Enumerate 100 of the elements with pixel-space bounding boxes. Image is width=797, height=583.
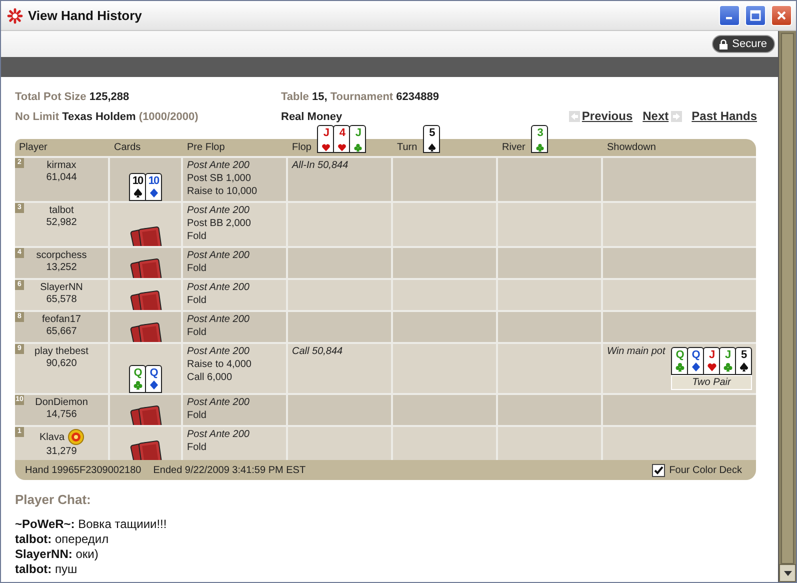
action-text: Post BB 2,000	[187, 218, 252, 230]
card-rank: Q	[692, 349, 700, 361]
player-name: DonDiemon	[35, 397, 88, 408]
club-icon	[722, 362, 732, 372]
pot-summary: Total Pot Size 125,288	[15, 91, 130, 103]
window-title: View Hand History	[28, 8, 143, 23]
chat-message: talbot: пуш	[15, 562, 78, 576]
chip-count: 65,667	[46, 326, 77, 337]
player-name: talbot	[49, 205, 74, 216]
minimize-button[interactable]	[719, 5, 740, 26]
chip-count: 90,620	[46, 358, 77, 369]
diamond-icon	[148, 380, 158, 390]
chip-count: 61,044	[46, 172, 77, 183]
chip-count: 13,252	[46, 262, 77, 273]
player-name: SlayerNN	[40, 282, 83, 293]
action-text: All-In 50,844	[292, 160, 350, 172]
card-rank: J	[708, 349, 714, 361]
right-arrow-icon	[670, 110, 682, 122]
player-name: feofan17	[42, 314, 81, 325]
action-text: Call 50,844	[292, 346, 344, 358]
action-text: Raise to 4,000	[187, 359, 252, 371]
previous-link[interactable]: Previous	[568, 109, 633, 123]
left-arrow-icon	[568, 110, 580, 122]
table-summary: Table 15, Tournament 6234889	[281, 91, 439, 103]
card-rank: 3	[537, 127, 542, 141]
card-rank: 10	[132, 175, 143, 187]
logo-icon	[7, 8, 23, 24]
column-header: Pre Flop	[187, 142, 225, 155]
action-text: Call 6,000	[187, 372, 234, 384]
action-text: Post Ante 200	[187, 429, 250, 441]
down-arrow-icon	[784, 570, 792, 576]
column-header: Showdown	[607, 142, 656, 155]
player-name: scorpchess	[36, 250, 87, 261]
diamond-icon	[690, 362, 700, 372]
player-name: Klava	[39, 432, 64, 442]
action-text: Post Ante 200	[187, 160, 250, 172]
club-icon	[132, 380, 142, 390]
spade-icon	[738, 362, 748, 372]
action-text: Fold	[187, 327, 208, 339]
heart-icon	[706, 362, 716, 372]
chip-count: 31,279	[46, 446, 77, 457]
action-text: Fold	[187, 295, 208, 307]
card-rank: J	[724, 349, 730, 361]
spade-icon	[132, 188, 142, 198]
chat-title: Player Chat:	[15, 492, 92, 507]
card-rank: Q	[134, 367, 142, 379]
card-rank: Q	[676, 349, 684, 361]
action-text: Post Ante 200	[187, 282, 250, 294]
chip-count: 52,982	[46, 217, 77, 228]
past-hands-link[interactable]: Past Hands	[692, 109, 757, 123]
four-color-checkbox[interactable]: Four Color Deck	[652, 464, 742, 476]
card-rank: Q	[150, 367, 158, 379]
action-text: Fold	[187, 263, 208, 275]
heart-icon	[320, 143, 331, 152]
action-text: Post Ante 200	[187, 397, 250, 409]
column-header: Flop	[292, 142, 312, 155]
chip-count: 14,756	[46, 409, 77, 420]
club-icon	[534, 143, 545, 152]
maximize-icon	[750, 10, 761, 21]
result-text: Win main pot	[607, 346, 666, 359]
spade-icon	[426, 143, 437, 152]
card-rank: 4	[339, 127, 345, 141]
diamond-icon	[148, 188, 158, 198]
player-name: kirmax	[46, 160, 76, 171]
close-icon	[776, 10, 787, 21]
end-time: Ended 9/22/2009 3:41:59 PM EST	[153, 464, 306, 476]
action-text: Raise to 10,000	[187, 186, 258, 198]
action-text: Post Ante 200	[187, 250, 250, 262]
club-icon	[352, 143, 363, 152]
column-header: River	[502, 142, 526, 155]
scrollbar-thumb[interactable]	[781, 33, 794, 564]
game-summary: No Limit Texas Holdem (1000/2000)	[15, 111, 198, 123]
hand-id: Hand 19965F2309002180	[25, 464, 142, 476]
scroll-down-button[interactable]	[779, 564, 796, 582]
chat-message: SlayerNN: оки)	[15, 547, 100, 561]
column-header: Cards	[114, 142, 141, 155]
action-text: Fold	[187, 410, 208, 422]
card-rank: 5	[740, 349, 746, 361]
card-rank: 5	[429, 127, 434, 141]
card-rank: J	[355, 127, 361, 141]
column-header: Player	[19, 142, 48, 155]
action-text: Fold	[187, 442, 208, 454]
close-button[interactable]	[771, 5, 792, 26]
player-name: play thebest	[34, 346, 88, 357]
action-text: Post Ante 200	[187, 346, 250, 358]
next-link[interactable]: Next	[642, 109, 682, 123]
secure-button[interactable]: Secure	[712, 35, 775, 53]
heart-icon	[336, 143, 347, 152]
action-text: Post Ante 200	[187, 205, 250, 217]
lock-icon	[719, 38, 728, 50]
maximize-button[interactable]	[745, 5, 766, 26]
card-rank: 10	[148, 175, 159, 187]
action-text: Post SB 1,000	[187, 173, 252, 185]
hand-rank-label: Two Pair	[671, 375, 752, 390]
chat-message: ~PoWeR~: Вовка тащиии!!!	[15, 517, 168, 531]
column-header: Turn	[397, 142, 418, 155]
club-icon	[674, 362, 684, 372]
money-type: Real Money	[281, 111, 342, 123]
chat-message: talbot: опередил	[15, 532, 110, 546]
card-rank: J	[323, 127, 329, 141]
